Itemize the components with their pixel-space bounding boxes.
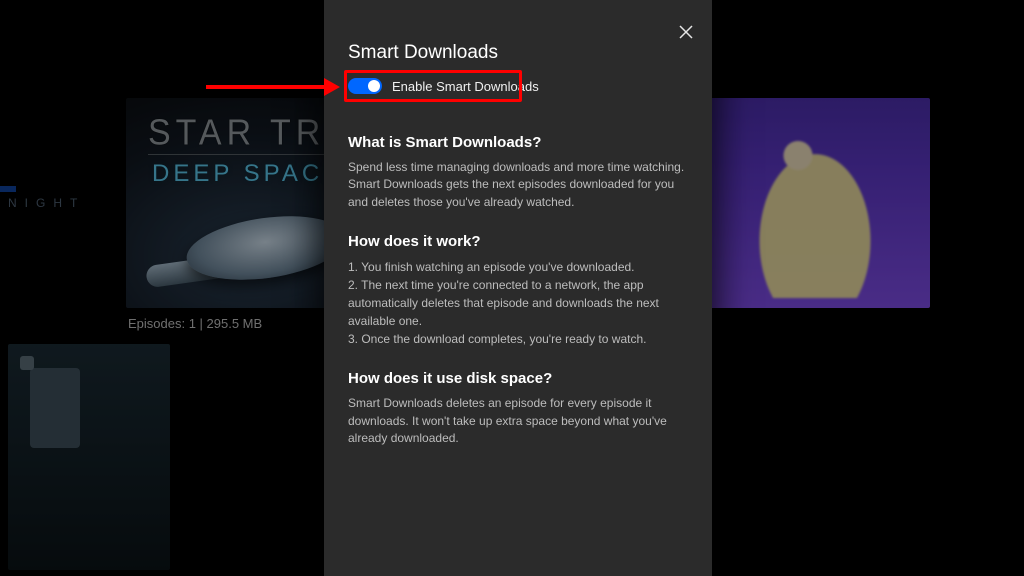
enable-toggle-row[interactable]: Enable Smart Downloads [348,78,539,94]
toggle-knob [368,80,380,92]
section-heading-what: What is Smart Downloads? [348,134,688,151]
how-steps: 1. You finish watching an episode you've… [348,258,688,348]
section-heading-disk: How does it use disk space? [348,370,688,387]
section-heading-how: How does it work? [348,233,688,250]
close-button[interactable] [674,20,698,44]
dialog-title: Smart Downloads [348,42,498,64]
close-icon [679,25,693,39]
how-step-2: 2. The next time you're connected to a n… [348,276,688,330]
section-body-disk: Smart Downloads deletes an episode for e… [348,395,688,447]
dialog-body: What is Smart Downloads? Spend less time… [348,112,688,447]
section-body-what: Spend less time managing downloads and m… [348,159,688,211]
how-step-1: 1. You finish watching an episode you've… [348,258,688,276]
enable-toggle-label: Enable Smart Downloads [392,79,539,94]
smart-downloads-dialog: Smart Downloads Enable Smart Downloads W… [324,0,712,576]
how-step-3: 3. Once the download completes, you're r… [348,330,688,348]
enable-toggle-switch[interactable] [348,78,382,94]
